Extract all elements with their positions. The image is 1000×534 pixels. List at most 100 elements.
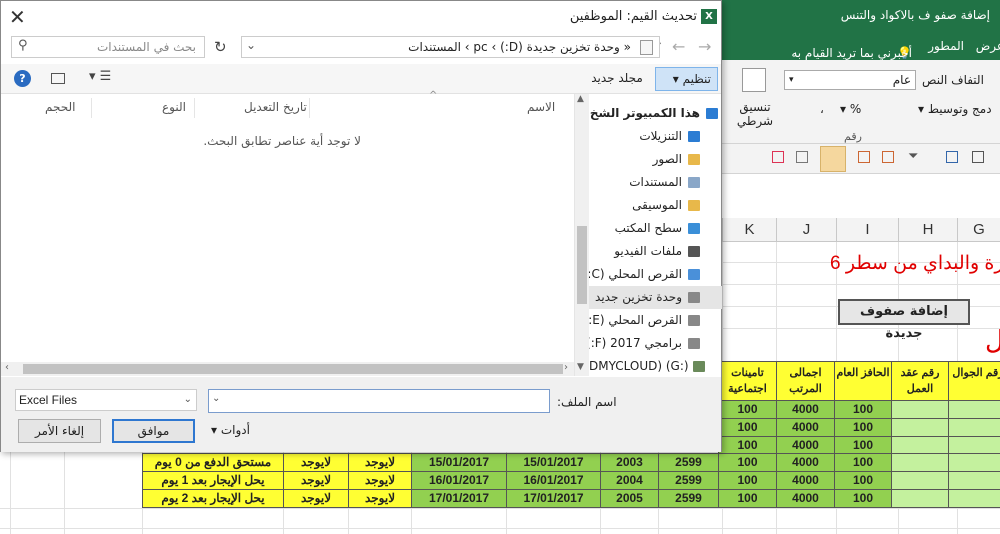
cell-b[interactable]: لايوجد — [348, 471, 412, 490]
horizontal-scrollbar[interactable]: ‹ › — [1, 362, 574, 376]
cell-insurance[interactable]: 100 — [718, 471, 777, 490]
cell-phone[interactable] — [948, 489, 1000, 508]
file-list[interactable]: الاسم تاريخ التعديل النوع الحجم ^ لا توج… — [1, 90, 574, 362]
cell-contract[interactable] — [891, 400, 949, 419]
nav-scrollbar[interactable]: ▲ ▼ — [575, 94, 589, 376]
cell-salary[interactable]: 4000 — [776, 418, 835, 437]
cell-a[interactable]: لايوجد — [283, 471, 349, 490]
cancel-button[interactable]: إلغاء الأمر — [18, 419, 101, 443]
nav-drive-f[interactable]: برامجي 2017 (F:) — [589, 332, 722, 355]
col-header-g[interactable]: G — [957, 218, 1000, 242]
cell-b[interactable]: لايوجد — [348, 453, 412, 472]
cell-bonus[interactable]: 100 — [834, 489, 892, 508]
scroll-up-icon[interactable]: ▲ — [577, 94, 584, 104]
back-arrow-icon[interactable]: → — [698, 37, 711, 56]
grid-icon[interactable] — [972, 151, 984, 163]
comma-button[interactable]: ، — [820, 102, 824, 116]
cell-contract[interactable] — [891, 471, 949, 490]
filter-icon[interactable]: ⏷ — [908, 149, 918, 164]
cell-status[interactable]: مستحق الدفع من 0 يوم — [142, 453, 284, 472]
cell-salary[interactable]: 4000 — [776, 453, 835, 472]
col-header-h[interactable]: H — [898, 218, 957, 242]
cell-phone[interactable] — [948, 400, 1000, 419]
add-rows-button[interactable]: إضافة صفوف جديدة — [838, 299, 970, 341]
cell-date2[interactable]: 17/01/2017 — [506, 489, 601, 508]
column-name[interactable]: الاسم — [527, 100, 555, 114]
breadcrumb-drive[interactable]: وحدة تخزين جديدة (D:) — [500, 40, 620, 54]
cell-insurance[interactable]: 100 — [718, 453, 777, 472]
file-type-select[interactable]: Excel Files ⌄ — [15, 389, 197, 411]
percent-button[interactable]: % ▾ — [840, 102, 861, 116]
cell-n1[interactable]: 2005 — [600, 489, 659, 508]
cell-contract[interactable] — [891, 418, 949, 437]
cell-insurance[interactable]: 100 — [718, 418, 777, 437]
breadcrumb-more[interactable]: « — [624, 40, 631, 54]
menu-view[interactable]: عرض — [976, 39, 1000, 53]
cell-n2[interactable]: 2599 — [658, 453, 719, 472]
cell-status[interactable]: يحل الإيجار بعد 1 يوم — [142, 471, 284, 490]
help-icon[interactable]: ? — [14, 70, 31, 87]
cell-contract[interactable] — [891, 453, 949, 472]
file-name-input[interactable] — [208, 389, 550, 413]
scroll-right-icon[interactable]: › — [564, 362, 568, 373]
cell-bonus[interactable]: 100 — [834, 418, 892, 437]
menu-developer[interactable]: المطور — [928, 39, 964, 53]
table-icon[interactable] — [796, 151, 808, 163]
cell-insurance[interactable]: 100 — [718, 489, 777, 508]
cell-b[interactable]: لايوجد — [348, 489, 412, 508]
nav-drive-e[interactable]: القرص المحلي (E: — [589, 309, 722, 332]
new-folder-button[interactable]: مجلد جديد — [585, 67, 649, 91]
cell-a[interactable]: لايوجد — [283, 453, 349, 472]
conditional-format-button[interactable]: تنسيق شرطي — [736, 100, 774, 128]
cell-date2[interactable]: 15/01/2017 — [506, 453, 601, 472]
refresh-icon[interactable]: ↻ — [214, 38, 227, 56]
wrap-text-button[interactable]: التفاف النص — [922, 73, 984, 87]
nav-documents[interactable]: المستندات — [589, 171, 722, 194]
forward-arrow-icon[interactable]: ← — [672, 37, 685, 56]
breadcrumb-documents[interactable]: المستندات — [408, 40, 461, 54]
cell-salary[interactable]: 4000 — [776, 489, 835, 508]
nav-desktop[interactable]: سطح المكتب — [589, 217, 722, 240]
cell-n2[interactable]: 2599 — [658, 489, 719, 508]
nav-videos[interactable]: ملفات الفيديو — [589, 240, 722, 263]
breadcrumb-pc[interactable]: pc — [473, 40, 487, 54]
sheet-icon[interactable] — [882, 151, 894, 163]
cell-a[interactable]: لايوجد — [283, 489, 349, 508]
nav-pictures[interactable]: الصور — [589, 148, 722, 171]
cell-date1[interactable]: 17/01/2017 — [411, 489, 507, 508]
column-type[interactable]: النوع — [162, 100, 186, 114]
cell-bonus[interactable]: 100 — [834, 400, 892, 419]
cell-date1[interactable]: 15/01/2017 — [411, 453, 507, 472]
record-icon[interactable] — [772, 151, 784, 163]
chevron-down-icon[interactable]: ⌄ — [212, 393, 220, 404]
preview-pane-icon[interactable] — [51, 73, 65, 84]
cell-bonus[interactable]: 100 — [834, 471, 892, 490]
merge-center-button[interactable]: دمج وتوسيط ▾ — [918, 102, 992, 116]
nav-drive-g[interactable]: DMYCLOUD) (G:) — [589, 355, 722, 378]
cell-bonus[interactable]: 100 — [834, 453, 892, 472]
address-bar[interactable]: « وحدة تخزين جديدة (D:) › pc › المستندات… — [241, 36, 660, 58]
cell-phone[interactable] — [948, 471, 1000, 490]
cell-insurance[interactable]: 100 — [718, 400, 777, 419]
cell-n2[interactable]: 2599 — [658, 471, 719, 490]
col-header-j[interactable]: J — [776, 218, 836, 242]
nav-this-pc[interactable]: هذا الكمبيوتر الشخ — [589, 102, 722, 125]
scroll-thumb[interactable] — [23, 364, 563, 374]
cell-salary[interactable]: 4000 — [776, 471, 835, 490]
scroll-down-icon[interactable]: ▼ — [577, 362, 584, 372]
nav-downloads[interactable]: التنزيلات — [589, 125, 722, 148]
cell-date1[interactable]: 16/01/2017 — [411, 471, 507, 490]
search-input[interactable]: بحث في المستندات ⚲ — [11, 36, 205, 58]
scroll-thumb[interactable] — [577, 226, 587, 304]
column-modified[interactable]: تاريخ التعديل — [244, 100, 307, 114]
highlight-icon[interactable] — [820, 146, 846, 172]
column-size[interactable]: الحجم — [45, 100, 75, 114]
cell-phone[interactable] — [948, 418, 1000, 437]
nav-drive-c[interactable]: القرص المحلي (C: — [589, 263, 722, 286]
organize-button[interactable]: تنظيم ▾ — [655, 67, 718, 91]
nav-music[interactable]: الموسيقى — [589, 194, 722, 217]
cell-n1[interactable]: 2004 — [600, 471, 659, 490]
col-header-i[interactable]: I — [836, 218, 898, 242]
close-icon[interactable]: ✕ — [9, 5, 26, 29]
number-format-dropdown[interactable]: عام ▾ — [784, 70, 916, 90]
